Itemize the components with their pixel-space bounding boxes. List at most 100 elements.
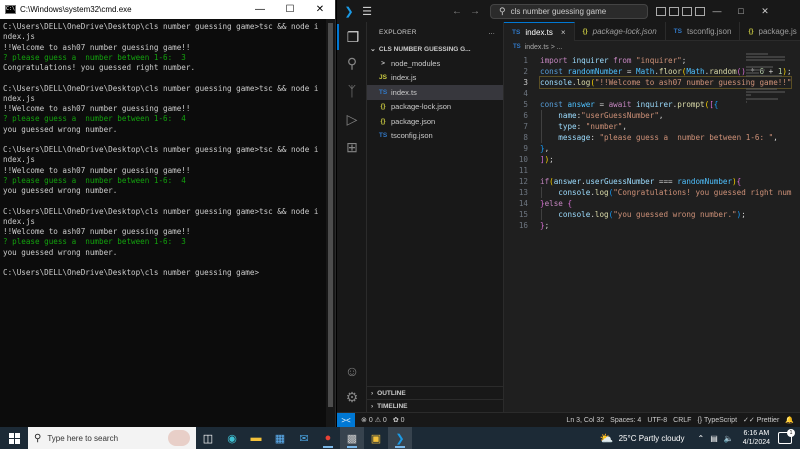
cmd-taskbar-icon[interactable]: ▩ [340, 427, 364, 449]
cmd-scrollbar-thumb[interactable] [328, 23, 333, 407]
outline-section[interactable]: › OUTLINE [367, 386, 504, 399]
tab-tsconfig-json[interactable]: TS tsconfig.json [666, 22, 741, 41]
clock[interactable]: 6:16 AM 4/1/2024 [743, 429, 770, 447]
notifications-bell-icon[interactable]: 🔔 [785, 416, 794, 424]
code-line[interactable]: 13 console.log("Congratulations! you gue… [504, 187, 800, 198]
problems-status[interactable]: ⊗ 0 ⚠ 0 [361, 416, 387, 424]
encoding[interactable]: UTF-8 [647, 417, 667, 424]
end-of-line[interactable]: CRLF [673, 417, 691, 424]
vscode-taskbar-icon[interactable]: ❯ [388, 427, 412, 449]
menu-icon[interactable]: ☰ [358, 0, 376, 22]
code-token: , [658, 111, 664, 120]
cursor-position[interactable]: Ln 3, Col 32 [566, 417, 604, 424]
maximize-icon[interactable]: ☐ [275, 0, 305, 19]
code-line[interactable]: 9}, [504, 143, 800, 154]
code-line[interactable]: 14}else { [504, 198, 800, 209]
prettier-status[interactable]: ✓✓ Prettier [743, 416, 779, 424]
task-view-icon[interactable]: ◫ [196, 427, 220, 449]
cmd-window[interactable]: C:\ C:\Windows\system32\cmd.exe — ☐ ✕ C:… [0, 0, 336, 427]
code-token: ; [549, 155, 554, 164]
indent-guide [541, 110, 542, 143]
cmd-title: C:\Windows\system32\cmd.exe [20, 5, 132, 14]
code-line[interactable]: 15 console.log("you guessed wrong number… [504, 209, 800, 220]
tree-item-package-json[interactable]: {} package.json [367, 114, 503, 129]
code-line[interactable]: 10]); [504, 154, 800, 165]
file-explorer-icon[interactable]: ▬ [244, 427, 268, 449]
project-folder[interactable]: ⌄ CLS NUMBER GUESSING G... [367, 42, 503, 56]
tab-index-ts[interactable]: TS index.ts × [504, 22, 575, 41]
cmd-titlebar[interactable]: C:\ C:\Windows\system32\cmd.exe — ☐ ✕ [0, 0, 335, 19]
tab-package-js[interactable]: {} package.js [740, 22, 800, 41]
weather-widget[interactable]: ⛅ 25°C Partly cloudy [600, 432, 685, 445]
code-token: { [736, 177, 742, 186]
vscode-maximize-icon[interactable]: □ [729, 6, 753, 16]
line-number: 12 [518, 177, 528, 186]
customize-layout-icon[interactable] [695, 6, 705, 16]
cmd-line [3, 196, 325, 206]
edge-icon[interactable]: ◉ [220, 427, 244, 449]
editor-group[interactable]: TS index.ts × {} package-lock.json TS tsconfig… [504, 22, 800, 412]
file-tree: > node_modules JS index.js TS index.ts{} packa… [367, 56, 503, 143]
double-check-icon: ✓✓ [743, 417, 755, 424]
braces-icon: {} [697, 416, 703, 424]
explorer-more-icon[interactable]: ... [489, 29, 495, 36]
cmd-output[interactable]: C:\Users\DELL\OneDrive\Desktop\cls numbe… [3, 22, 325, 423]
vscode-titlebar[interactable]: ❯ ☰ ← → ⚲ cls number guessing game — □ ✕ [337, 0, 800, 22]
file-type-icon: TS [512, 28, 521, 36]
explorer-folder-icon[interactable]: ▣ [364, 427, 388, 449]
vscode-close-icon[interactable]: ✕ [753, 6, 777, 17]
volume-icon[interactable]: 🔈 [724, 434, 734, 443]
toggle-panel-icon[interactable] [669, 6, 679, 16]
cmd-scrollbar[interactable] [326, 19, 335, 427]
source-control-icon[interactable]: ᛉ [337, 78, 367, 104]
tab-package-lock-json[interactable]: {} package-lock.json [575, 22, 666, 41]
minimize-icon[interactable]: — [245, 0, 275, 19]
code-line[interactable]: 11 [504, 165, 800, 176]
network-icon[interactable]: ▤ [710, 434, 718, 443]
run-debug-icon[interactable]: ▷ [337, 106, 367, 132]
ports-status[interactable]: ✿ 0 [393, 416, 405, 424]
account-icon[interactable]: ☺ [337, 358, 367, 384]
tree-item-package-lock-json[interactable]: {} package-lock.json [367, 100, 503, 115]
language-mode[interactable]: {} TypeScript [697, 417, 737, 424]
code-token: type [558, 122, 577, 131]
forward-arrow-icon[interactable]: → [466, 6, 484, 17]
minimap-line [746, 91, 785, 94]
breadcrumb[interactable]: TS index.ts > ... [504, 41, 800, 53]
toggle-secondary-sidebar-icon[interactable] [682, 6, 692, 16]
code-token: "you guessed wrong number." [613, 210, 737, 219]
tab-label: tsconfig.json [686, 27, 732, 36]
extensions-icon[interactable]: ⊞ [337, 134, 367, 160]
vscode-window[interactable]: ❯ ☰ ← → ⚲ cls number guessing game — □ ✕… [337, 0, 800, 428]
explorer-icon[interactable]: ❐ [337, 24, 367, 50]
indentation[interactable]: Spaces: 4 [610, 417, 641, 424]
close-icon[interactable]: ✕ [305, 0, 335, 19]
tree-item-node-modules[interactable]: > node_modules [367, 56, 503, 71]
editor-scrollbar[interactable] [792, 53, 800, 412]
timeline-section[interactable]: › TIMELINE [367, 399, 504, 412]
taskbar-search[interactable]: ⚲ Type here to search [28, 427, 196, 449]
tree-item-index-js[interactable]: JS index.js [367, 71, 503, 86]
search-icon[interactable]: ⚲ [337, 50, 367, 76]
tab-close-icon[interactable]: × [561, 28, 566, 37]
mail-icon[interactable]: ✉ [292, 427, 316, 449]
toggle-sidebar-icon[interactable] [656, 6, 666, 16]
start-button[interactable] [0, 427, 28, 449]
store-icon[interactable]: ▦ [268, 427, 292, 449]
tree-item-index-ts[interactable]: TS index.ts [367, 85, 503, 100]
settings-gear-icon[interactable]: ⚙ [337, 384, 367, 410]
minimap[interactable] [746, 53, 792, 143]
back-arrow-icon[interactable]: ← [448, 6, 466, 17]
code-line[interactable]: 12 if(answer.userGuessNumber === randomNu… [504, 176, 800, 187]
vscode-minimize-icon[interactable]: — [705, 6, 729, 16]
chevron-up-icon[interactable]: ⌃ [698, 434, 705, 443]
code-line[interactable]: 16}; [504, 220, 800, 231]
command-center-search[interactable]: ⚲ cls number guessing game [490, 3, 648, 19]
tree-item-tsconfig-json[interactable]: TS tsconfig.json [367, 129, 503, 144]
minimap-line [746, 72, 760, 75]
chrome-icon[interactable]: ● [316, 427, 340, 449]
remote-indicator[interactable]: >< [337, 412, 355, 428]
code-token: prompt [677, 100, 705, 109]
notification-center-icon[interactable]: 1 [778, 429, 795, 444]
